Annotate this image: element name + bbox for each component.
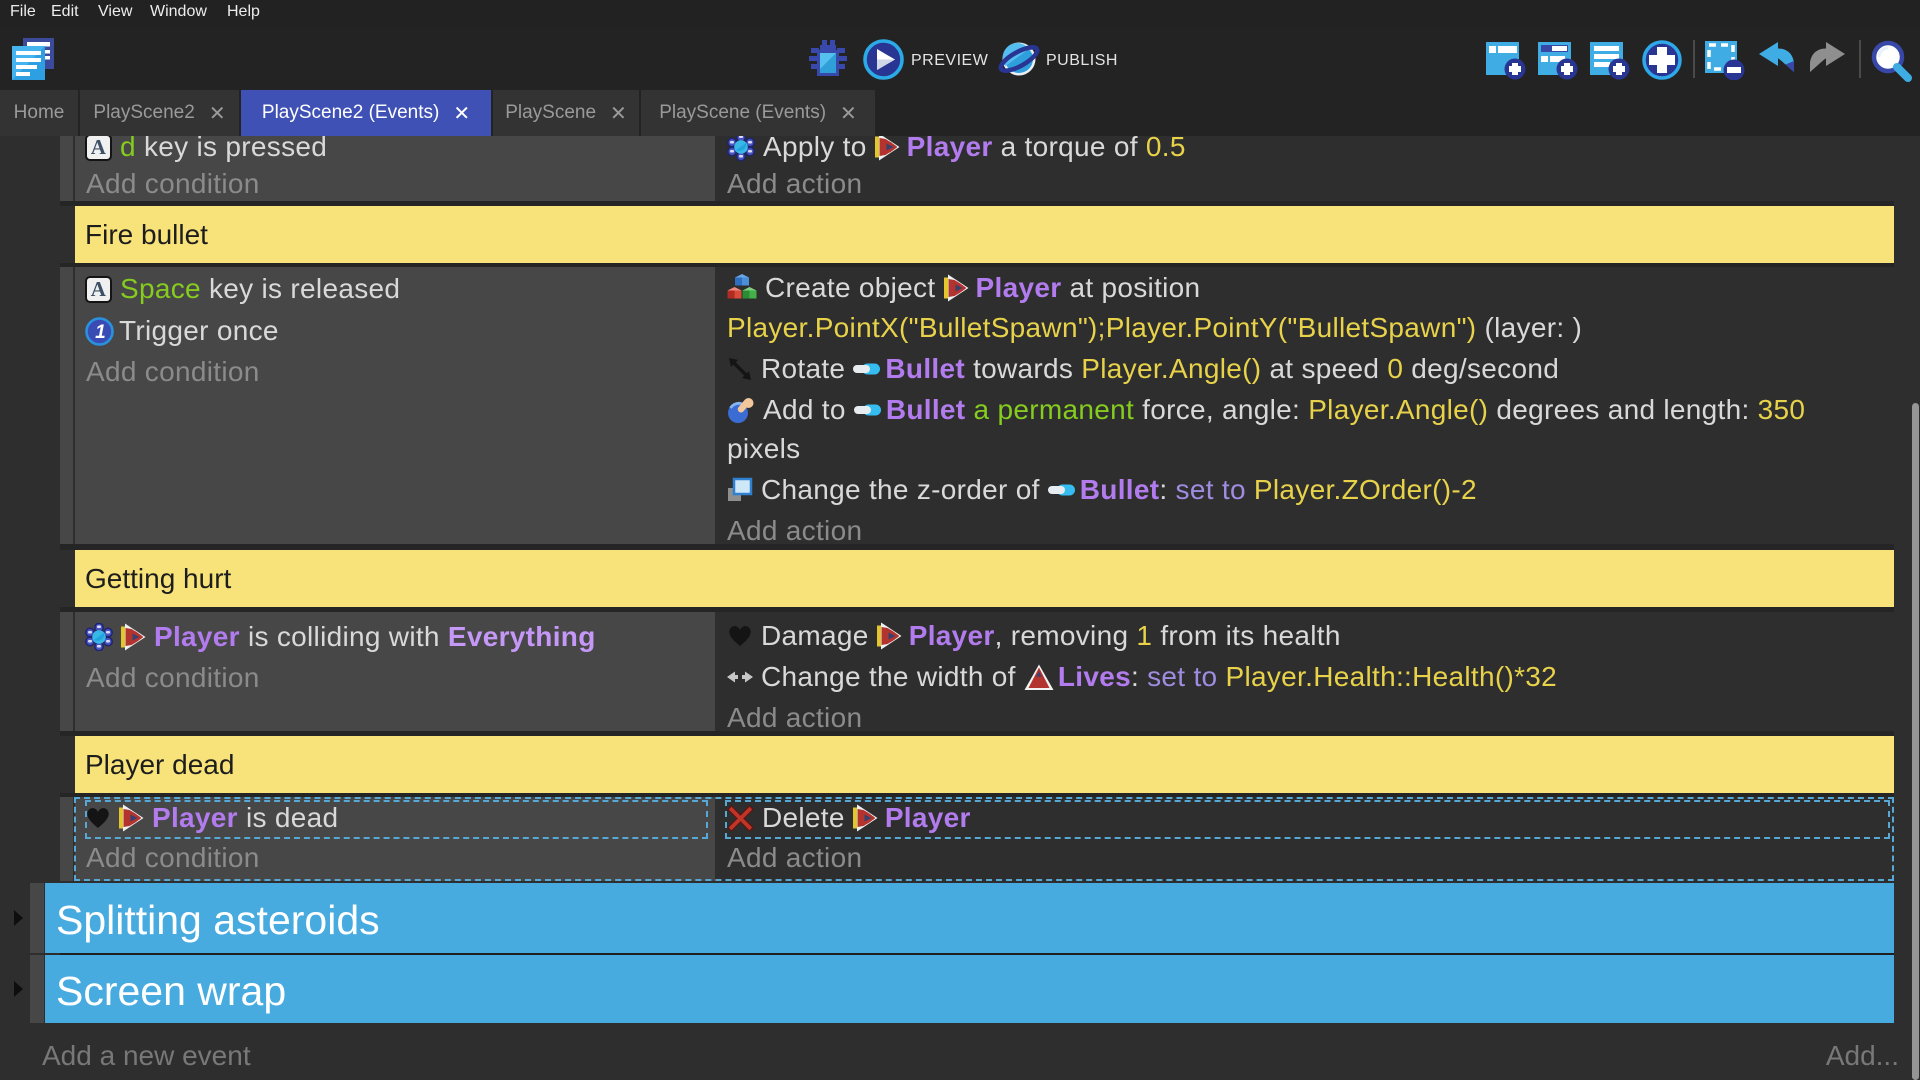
svg-text:1: 1 bbox=[95, 322, 106, 343]
